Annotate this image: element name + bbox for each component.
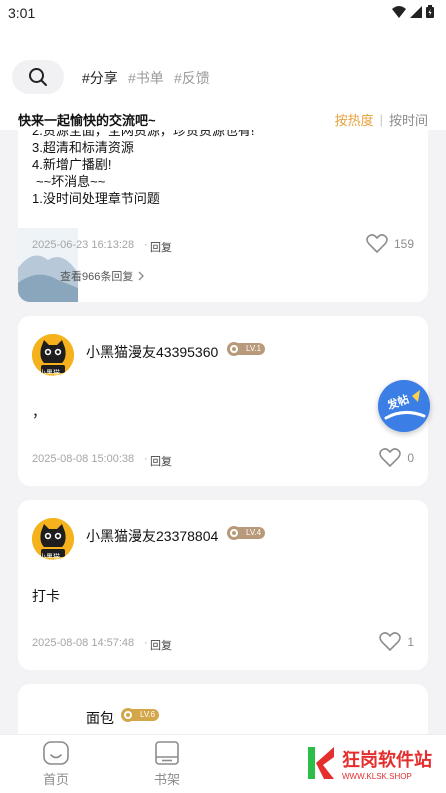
post-date: 2025-06-23 16:13:28 — [32, 239, 135, 251]
chevron-right-icon — [138, 271, 145, 281]
heart-icon — [366, 234, 388, 254]
post-line: ~~坏消息~~ — [36, 174, 106, 189]
post-line: 4.新增广播剧! — [32, 157, 112, 172]
level-badge: LV.4 — [226, 525, 266, 541]
sort-divider: | — [379, 112, 383, 127]
view-replies-link[interactable]: 查看966条回复 — [60, 268, 145, 284]
post-card[interactable]: 小黑猫漫友43395360 LV.1 ， 2025-08-08 15:00:38… — [18, 316, 428, 486]
level-badge: LV.6 — [120, 707, 160, 723]
meta-separator: · — [144, 453, 148, 465]
signal-icon — [410, 5, 422, 18]
home-icon — [43, 741, 69, 765]
watermark: 狂岗软件站 WWW.KLSK.SHOP — [308, 745, 432, 781]
like-button[interactable]: 1 — [379, 632, 414, 652]
status-icons — [392, 5, 434, 18]
heart-icon — [379, 448, 402, 468]
tab-booklist[interactable]: #书单 — [128, 68, 164, 88]
like-count: 0 — [407, 451, 414, 465]
post-date: 2025-08-08 14:57:48 — [32, 637, 135, 649]
like-count: 159 — [393, 237, 414, 251]
sort-by-hot[interactable]: 按热度 — [335, 110, 374, 129]
user-name[interactable]: 面包 — [86, 708, 114, 728]
nav-home-label: 首页 — [42, 772, 69, 787]
reply-button[interactable]: 回复 — [150, 239, 172, 255]
floating-post-button[interactable]: 发帖 — [378, 380, 430, 432]
bottom-nav: 首页 书架 狂岗软件站 WWW.KLSK.SHOP — [0, 734, 446, 793]
search-icon — [29, 68, 47, 86]
post-text: 打卡 — [32, 588, 60, 604]
like-button[interactable]: 159 — [366, 234, 414, 254]
tab-feedback[interactable]: #反馈 — [174, 68, 210, 88]
post-line: 3.超清和标清资源 — [32, 140, 134, 155]
reply-button[interactable]: 回复 — [150, 637, 172, 653]
wifi-icon — [392, 5, 406, 18]
battery-icon — [426, 5, 434, 18]
search-button[interactable] — [12, 60, 64, 94]
user-name[interactable]: 小黑猫漫友43395360 — [86, 342, 218, 362]
gear-badge-icon — [121, 708, 135, 722]
post-line: 1.没时间处理章节问题 — [32, 191, 160, 206]
nav-bookshelf-label: 书架 — [153, 772, 180, 787]
meta-separator: · — [144, 637, 148, 649]
like-button[interactable]: 0 — [379, 448, 414, 468]
watermark-url: WWW.KLSK.SHOP — [342, 771, 412, 781]
post-card[interactable]: 小黑猫漫友23378804 LV.4 打卡 2025-08-08 14:57:4… — [18, 500, 428, 670]
gear-badge-icon — [227, 526, 241, 540]
avatar-caption: 小黑猫 — [39, 554, 60, 561]
sort-switch: 按热度 | 按时间 — [335, 110, 428, 129]
like-count: 1 — [407, 635, 414, 649]
post-content: 2.资源全面，全网资源，珍贵资源也有! 3.超清和标清资源 4.新增广播剧! ~… — [32, 128, 254, 207]
heart-icon — [379, 632, 402, 652]
post-text: ， — [32, 404, 46, 420]
status-time: 3:01 — [8, 5, 36, 21]
user-name[interactable]: 小黑猫漫友23378804 — [86, 526, 218, 546]
post-date: 2025-08-08 15:00:38 — [32, 453, 135, 465]
watermark-logo-icon — [308, 747, 334, 779]
nav-bookshelf[interactable]: 书架 — [147, 741, 187, 788]
section-header: 快来一起愉快的交流吧~ 按热度 | 按时间 — [0, 104, 446, 130]
reply-button[interactable]: 回复 — [150, 453, 172, 469]
status-bar: 3:01 — [0, 0, 446, 26]
meta-separator: · — [144, 239, 148, 251]
sort-by-time[interactable]: 按时间 — [389, 110, 428, 129]
avatar-caption: 小黑猫 — [39, 370, 60, 377]
view-replies-label: 查看966条回复 — [60, 271, 134, 283]
tab-share[interactable]: #分享 — [82, 68, 118, 88]
gear-badge-icon — [227, 342, 241, 356]
section-title: 快来一起愉快的交流吧~ — [18, 113, 156, 128]
bookshelf-icon — [155, 741, 179, 765]
nav-home[interactable]: 首页 — [36, 741, 76, 788]
level-badge: LV.1 — [226, 341, 266, 357]
watermark-title: 狂岗软件站 — [342, 749, 432, 770]
post-card[interactable]: 2.资源全面，全网资源，珍贵资源也有! 3.超清和标清资源 4.新增广播剧! ~… — [18, 128, 428, 302]
